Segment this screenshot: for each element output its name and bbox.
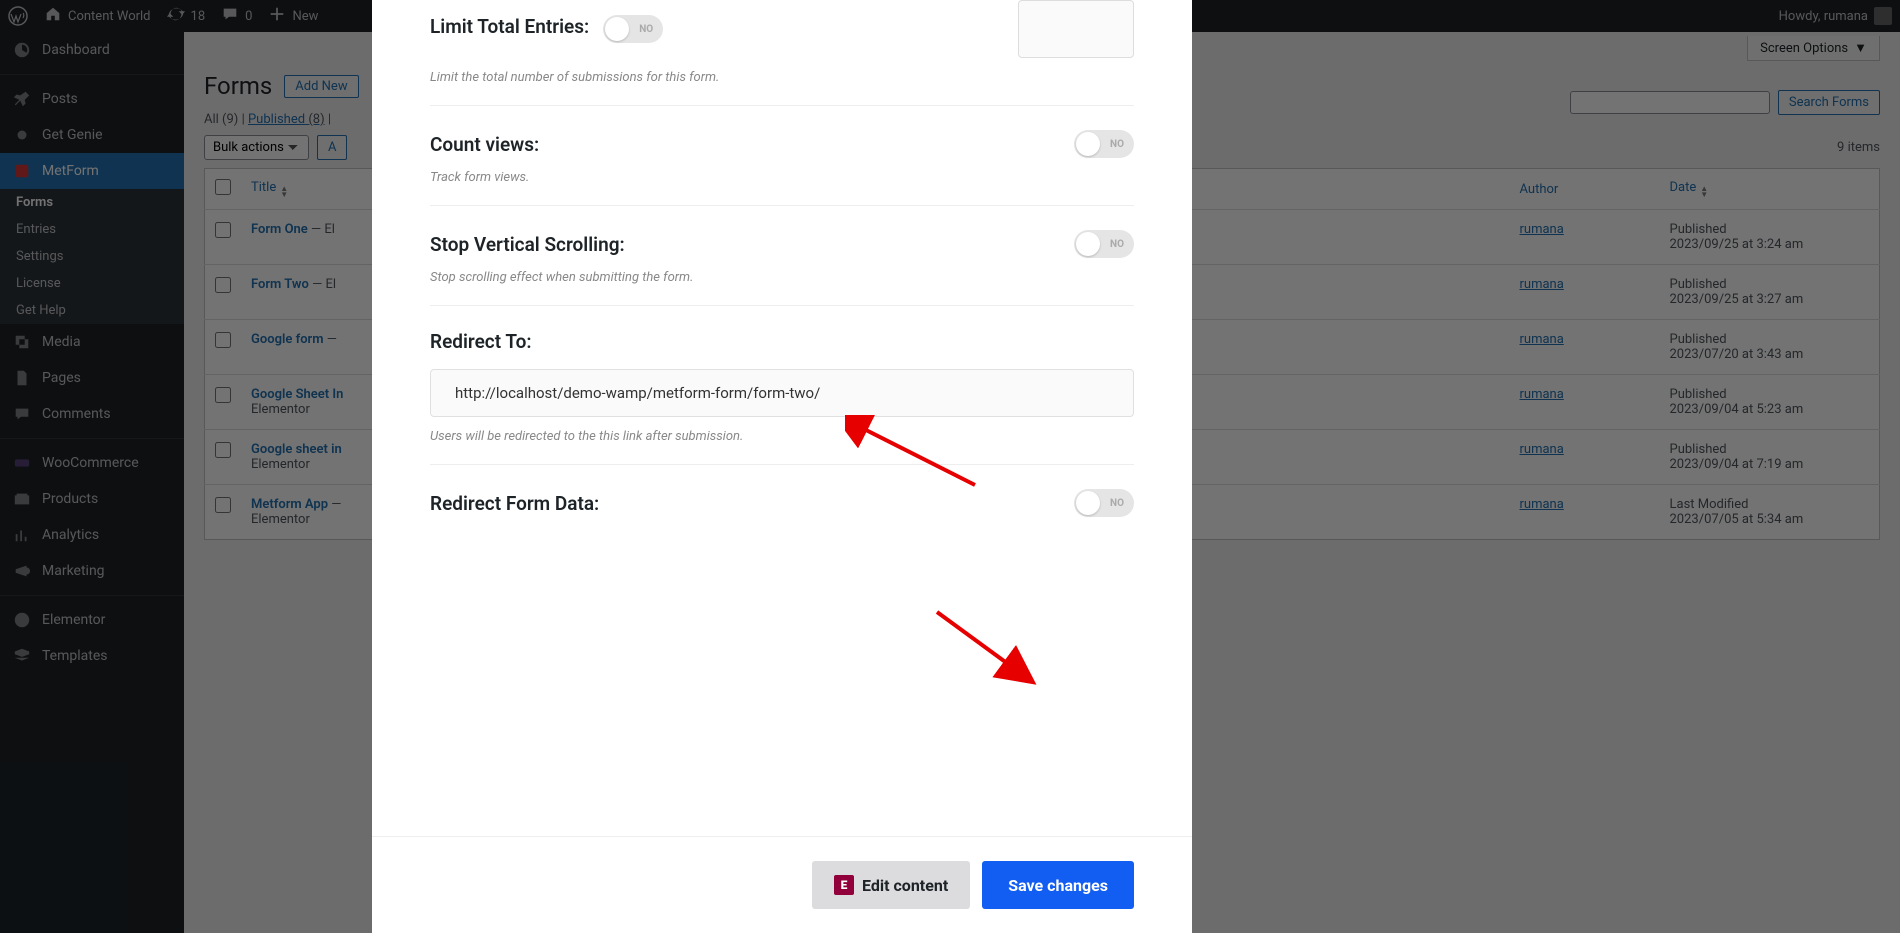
toggle-no-label: NO (1110, 498, 1124, 509)
setting-redirect-data: Redirect Form Data: NO (430, 465, 1134, 537)
setting-label: Stop Vertical Scrolling: (430, 233, 625, 256)
toggle-no-label: NO (1110, 139, 1124, 150)
setting-label: Redirect To: (430, 330, 532, 353)
count-views-toggle[interactable]: NO (1074, 130, 1134, 158)
toggle-no-label: NO (1110, 239, 1124, 250)
setting-label: Redirect Form Data: (430, 492, 599, 515)
redirect-to-input[interactable] (430, 369, 1134, 417)
modal-footer: E Edit content Save changes (372, 836, 1192, 933)
toggle-knob (1076, 491, 1100, 515)
setting-desc: Stop scrolling effect when submitting th… (430, 270, 1134, 285)
edit-content-label: Edit content (862, 876, 948, 895)
form-settings-modal: Limit Total Entries: NO Limit the total … (372, 0, 1192, 933)
setting-label: Limit Total Entries: (430, 15, 589, 38)
stop-scroll-toggle[interactable]: NO (1074, 230, 1134, 258)
setting-desc: Track form views. (430, 170, 1134, 185)
setting-label: Count views: (430, 133, 539, 156)
elementor-badge-icon: E (834, 875, 854, 895)
setting-desc: Users will be redirected to the this lin… (430, 429, 1134, 444)
toggle-knob (1076, 132, 1100, 156)
setting-count-views: Count views: NO Track form views. (430, 106, 1134, 206)
redirect-data-toggle[interactable]: NO (1074, 489, 1134, 517)
setting-limit-entries: Limit Total Entries: NO Limit the total … (430, 0, 1134, 106)
empty-placeholder-box (1018, 0, 1134, 58)
setting-desc: Limit the total number of submissions fo… (430, 70, 1134, 85)
toggle-no-label: NO (639, 24, 653, 35)
limit-entries-toggle[interactable]: NO (603, 15, 663, 43)
setting-stop-scroll: Stop Vertical Scrolling: NO Stop scrolli… (430, 206, 1134, 306)
toggle-knob (1076, 232, 1100, 256)
edit-content-button[interactable]: E Edit content (812, 861, 970, 909)
toggle-knob (605, 17, 629, 41)
setting-redirect-to: Redirect To: Users will be redirected to… (430, 306, 1134, 465)
save-changes-button[interactable]: Save changes (982, 861, 1134, 909)
